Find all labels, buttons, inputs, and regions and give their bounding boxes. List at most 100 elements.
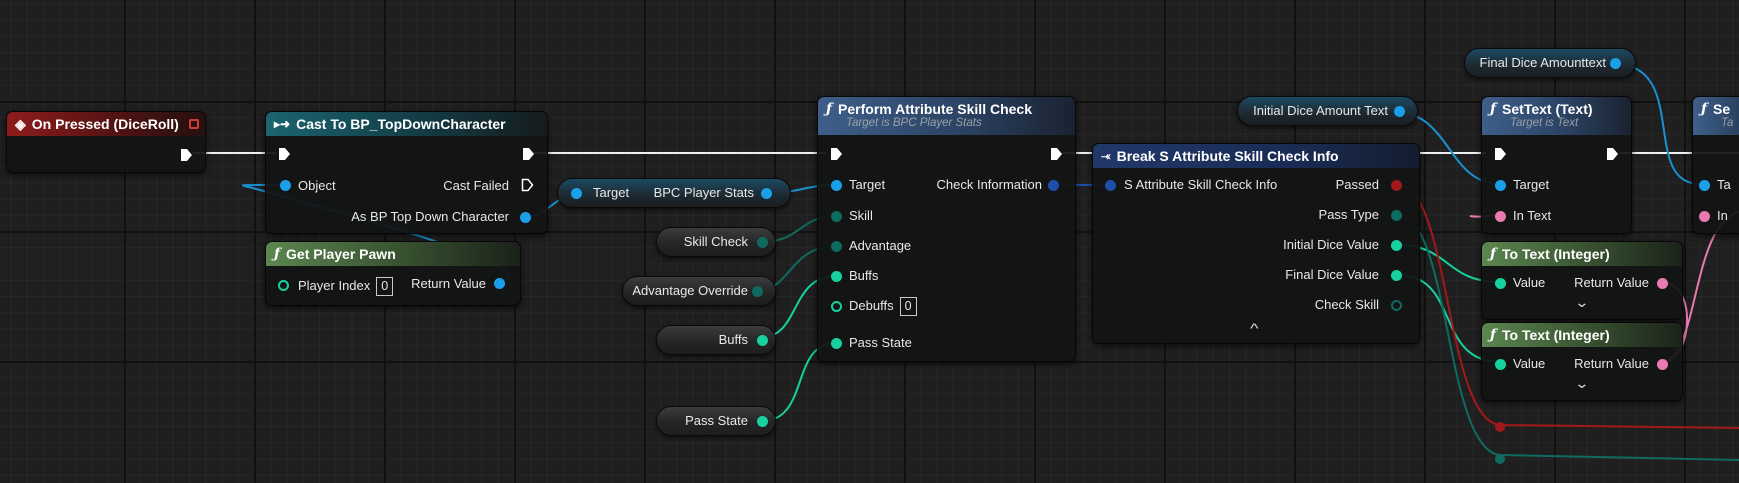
expand-chevron-icon[interactable]: ⌄ [1574, 294, 1589, 311]
settext-node-2[interactable]: ƒ Se Ta Ta In [1692, 96, 1739, 234]
advantage-pin[interactable] [831, 241, 842, 252]
player-index-input[interactable]: 0 [376, 277, 394, 296]
pass-state-pin[interactable] [757, 416, 768, 427]
cast-failed-exec-pin[interactable] [521, 178, 534, 192]
return-value-pin[interactable] [494, 278, 505, 289]
passed-label: Passed [1335, 177, 1379, 192]
function-f-icon: ƒ [1490, 327, 1497, 343]
initial-dice-amount-text-variable[interactable]: Initial Dice Amount Text [1237, 96, 1418, 126]
on-pressed-event-node[interactable]: ◈ On Pressed (DiceRoll) [6, 111, 206, 173]
buffs-pin[interactable] [757, 335, 768, 346]
to-text-integer-node-2[interactable]: ƒ To Text (Integer) Value Return Value ⌄ [1481, 322, 1683, 401]
skill-pin[interactable] [831, 211, 842, 222]
settext-header: ƒ SetText (Text) Target is Text [1482, 97, 1631, 135]
collapse-chevron-icon[interactable]: ^ [1250, 320, 1259, 336]
to-text-header: ƒ To Text (Integer) [1482, 242, 1682, 266]
target-pin[interactable] [571, 188, 582, 199]
target-label: Target [1513, 177, 1550, 192]
to-text-integer-node[interactable]: ƒ To Text (Integer) Value Return Value ⌄ [1481, 241, 1683, 320]
perform-attribute-skill-check-node[interactable]: ƒ Perform Attribute Skill Check Target i… [817, 96, 1076, 362]
value-pin[interactable] [1495, 278, 1506, 289]
advantage-override-pin[interactable] [752, 286, 763, 297]
bpc-player-stats-getter[interactable]: Target BPC Player Stats [557, 178, 791, 208]
exec-in-pin[interactable] [830, 147, 843, 161]
buffs-variable[interactable]: Buffs [656, 325, 776, 355]
skill-check-pin[interactable] [757, 237, 768, 248]
return-value-label: Return Value [1574, 275, 1649, 290]
as-character-pin[interactable] [520, 212, 531, 223]
cast-failed-label: Cast Failed [443, 178, 509, 193]
check-information-label: Check Information [936, 177, 1043, 192]
pass-state-label: Pass State [685, 413, 748, 428]
pass-state-pin[interactable] [831, 338, 842, 349]
exec-out-pin[interactable] [1606, 147, 1619, 161]
event-header: ◈ On Pressed (DiceRoll) [7, 112, 205, 136]
advantage-override-variable[interactable]: Advantage Override [622, 276, 776, 306]
in-text-pin[interactable] [1699, 211, 1710, 222]
initial-dice-amount-text-pin[interactable] [1394, 106, 1405, 117]
initial-dice-value-label: Initial Dice Value [1283, 237, 1379, 252]
debuffs-input[interactable]: 0 [899, 297, 917, 316]
target-label: Target [593, 185, 630, 200]
pass-type-pin[interactable] [1391, 210, 1402, 221]
value-pin[interactable] [1495, 359, 1506, 370]
passed-pin[interactable] [1391, 180, 1402, 191]
object-pin[interactable] [280, 180, 291, 191]
skill-label: Skill [849, 208, 873, 223]
value-label: Value [1513, 356, 1546, 371]
initial-dice-value-pin[interactable] [1391, 240, 1402, 251]
final-dice-amounttext-pin[interactable] [1610, 58, 1621, 69]
object-label: Object [298, 178, 336, 193]
debuffs-field: Debuffs 0 [849, 297, 917, 316]
node-subtitle: Target is Text [1510, 117, 1579, 129]
buffs-label: Buffs [849, 268, 879, 283]
bpc-player-stats-pin[interactable] [761, 188, 772, 199]
buffs-pin[interactable] [831, 271, 842, 282]
exec-out-pin[interactable] [522, 147, 535, 161]
cast-node[interactable]: ▸➜ Cast To BP_TopDownCharacter Object Ca… [265, 111, 548, 234]
target-pin[interactable] [831, 180, 842, 191]
pass-state-label: Pass State [849, 335, 912, 350]
player-index-field: Player Index 0 [298, 277, 394, 296]
cast-header: ▸➜ Cast To BP_TopDownCharacter [266, 112, 547, 136]
buffs-label: Buffs [718, 332, 748, 347]
exec-out-pin[interactable] [1050, 147, 1063, 161]
node-title: On Pressed (DiceRoll) [31, 116, 179, 132]
player-index-pin[interactable] [278, 280, 289, 291]
in-text-label: In [1717, 208, 1728, 223]
return-value-pin[interactable] [1657, 359, 1668, 370]
get-player-pawn-header: ƒ Get Player Pawn [266, 242, 520, 266]
exec-in-pin[interactable] [1494, 147, 1507, 161]
exec-out-pin[interactable] [180, 148, 193, 162]
get-player-pawn-node[interactable]: ƒ Get Player Pawn Player Index 0 Return V… [265, 241, 521, 306]
node-title: To Text (Integer) [1502, 246, 1610, 262]
pass-state-variable[interactable]: Pass State [656, 406, 776, 436]
initial-dice-amount-text-label: Initial Dice Amount Text [1253, 103, 1388, 118]
node-title: SetText (Text) [1502, 101, 1593, 117]
reroute-enum [1495, 454, 1505, 464]
return-value-label: Return Value [1574, 356, 1649, 371]
settext-node[interactable]: ƒ SetText (Text) Target is Text Target I… [1481, 96, 1632, 234]
check-information-pin[interactable] [1048, 180, 1059, 191]
reroute-bool [1495, 422, 1505, 432]
return-value-label: Return Value [411, 276, 486, 291]
target-pin[interactable] [1699, 180, 1710, 191]
skill-check-variable[interactable]: Skill Check [656, 227, 776, 257]
delegate-pin-icon[interactable] [189, 119, 199, 129]
struct-input-pin[interactable] [1105, 180, 1116, 191]
exec-in-pin[interactable] [278, 147, 291, 161]
final-dice-amounttext-variable[interactable]: Final Dice Amounttext [1464, 48, 1636, 78]
in-text-pin[interactable] [1495, 211, 1506, 222]
check-skill-pin[interactable] [1391, 300, 1402, 311]
function-f-icon: ƒ [1490, 246, 1497, 262]
return-value-pin[interactable] [1657, 278, 1668, 289]
final-dice-value-pin[interactable] [1391, 270, 1402, 281]
target-label: Ta [1717, 177, 1731, 192]
debuffs-pin[interactable] [831, 301, 842, 312]
node-subtitle: Ta [1721, 117, 1734, 129]
cast-arrow-icon: ▸➜ [274, 117, 291, 131]
expand-chevron-icon[interactable]: ⌄ [1574, 375, 1589, 392]
break-struct-node[interactable]: ⤛ Break S Attribute Skill Check Info S A… [1092, 143, 1420, 344]
target-pin[interactable] [1495, 180, 1506, 191]
node-title: Cast To BP_TopDownCharacter [296, 116, 506, 132]
